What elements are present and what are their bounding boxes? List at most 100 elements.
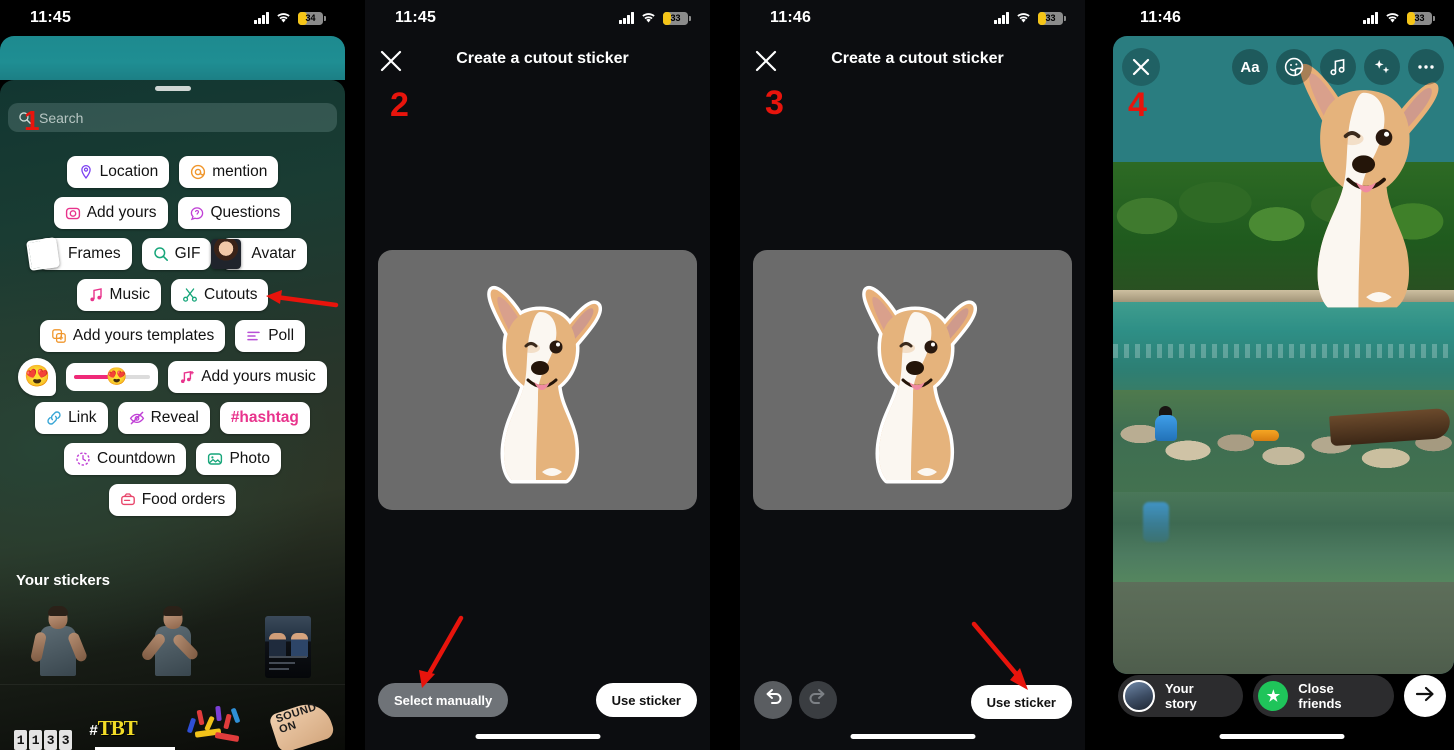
- redo-button[interactable]: [799, 681, 837, 719]
- sticker-item-person-pointing[interactable]: [0, 600, 115, 678]
- more-dots-icon[interactable]: [1408, 49, 1444, 85]
- chip-row: Link Reveal #hashtag: [0, 401, 345, 434]
- chip-frames[interactable]: Frames: [26, 236, 132, 271]
- cutout-preview-card[interactable]: [378, 250, 697, 510]
- chip-emoji-slider[interactable]: 😍: [66, 362, 159, 391]
- chip-hashtag[interactable]: #hashtag: [219, 401, 310, 434]
- sticker-chip-grid: Location mention Add yours Questions Fra…: [0, 155, 345, 524]
- chip-cutouts[interactable]: Cutouts: [171, 278, 269, 311]
- chip-row: Countdown Photo: [0, 442, 345, 475]
- your-stickers-row-2: 1 1 3 3 #TBT SOUND ON: [0, 688, 345, 750]
- poll-bars-icon: [246, 328, 262, 344]
- battery-indicator: 33: [1038, 11, 1066, 25]
- chip-add-yours-music[interactable]: Add yours music: [168, 360, 327, 393]
- chip-poll[interactable]: Poll: [235, 319, 306, 352]
- status-bar: 11:46 33: [1110, 0, 1454, 36]
- chip-avatar[interactable]: Avatar: [211, 237, 307, 270]
- sheet-grabber[interactable]: [154, 86, 191, 91]
- chip-add-yours-templates[interactable]: Add yours templates: [39, 319, 226, 352]
- chip-reveal[interactable]: Reveal: [117, 401, 210, 434]
- close-x-icon[interactable]: [1122, 48, 1160, 86]
- close-friends-label: Close friends: [1298, 681, 1342, 711]
- chip-photo[interactable]: Photo: [196, 442, 281, 475]
- music-note-icon: [88, 287, 104, 303]
- chip-gif[interactable]: GIF: [141, 237, 212, 270]
- sticker-smiley-icon[interactable]: [1276, 49, 1312, 85]
- chip-label: #hashtag: [230, 408, 299, 426]
- countdown-clock-icon: [75, 451, 91, 467]
- chip-label: Music: [109, 285, 151, 303]
- chip-questions[interactable]: Questions: [177, 196, 292, 229]
- chip-music[interactable]: Music: [76, 278, 162, 311]
- chip-row: 😍 😍 Add yours music: [0, 357, 345, 396]
- music-plus-icon: [179, 369, 195, 385]
- page-title: Create a cutout sticker: [456, 50, 629, 67]
- chip-add-yours[interactable]: Add yours: [53, 196, 168, 229]
- your-story-label: Your story: [1165, 681, 1197, 711]
- send-button[interactable]: [1404, 675, 1446, 717]
- panel-story-composer: 11:46 33 Aa Your story ★ Close friends 4: [1110, 0, 1454, 750]
- person-reflection: [1143, 502, 1169, 542]
- status-icons: 33: [619, 11, 691, 25]
- chip-link[interactable]: Link: [35, 401, 108, 434]
- your-story-button[interactable]: Your story: [1118, 675, 1244, 717]
- status-time: 11:45: [30, 9, 72, 26]
- story-canvas[interactable]: [1113, 36, 1454, 674]
- wifi-icon: [276, 12, 291, 24]
- chip-emoji-reaction[interactable]: 😍: [18, 357, 57, 396]
- text-aa-icon[interactable]: Aa: [1232, 49, 1268, 85]
- person-thinking-sticker: [139, 606, 200, 678]
- arrow-right-icon: [1414, 683, 1436, 710]
- home-indicator: [1219, 734, 1345, 739]
- close-friends-star-icon: ★: [1258, 681, 1289, 711]
- chip-row: Location mention: [0, 155, 345, 188]
- status-time: 11:46: [1140, 9, 1182, 26]
- location-pin-icon: [78, 164, 94, 180]
- wifi-icon: [641, 12, 656, 24]
- annotation-arrow-to-use-sticker: [971, 621, 1028, 690]
- your-stickers-heading: Your stickers: [16, 572, 110, 589]
- user-avatar-icon: [1123, 680, 1155, 712]
- chip-countdown[interactable]: Countdown: [64, 442, 187, 475]
- home-indicator: [475, 734, 600, 739]
- chip-row: Frames GIF Avatar: [0, 236, 345, 271]
- panel-sticker-tray: 11:45 34 Search Location mention Add you…: [0, 0, 345, 750]
- editor-header: Create a cutout sticker: [365, 44, 710, 78]
- status-icons: 33: [1363, 11, 1435, 25]
- sticker-item-group-photo[interactable]: [230, 600, 345, 678]
- placed-corgi-sticker[interactable]: [1246, 46, 1454, 326]
- redo-arrow-icon: [807, 687, 829, 714]
- home-indicator: [850, 734, 975, 739]
- chip-row: Add yours Questions: [0, 196, 345, 229]
- close-friends-button[interactable]: ★ Close friends: [1253, 675, 1394, 717]
- search-input[interactable]: Search: [8, 103, 337, 132]
- story-toolbar: Aa: [1110, 48, 1454, 86]
- chip-label: mention: [212, 162, 268, 180]
- orange-object: [1251, 430, 1279, 441]
- sticker-item-confetti[interactable]: [173, 688, 259, 750]
- story-tools-group: Aa: [1232, 49, 1444, 85]
- music-note-icon[interactable]: [1320, 49, 1356, 85]
- search-placeholder: Search: [39, 109, 84, 126]
- cellular-signal-icon: [1363, 12, 1378, 24]
- cutout-preview-card[interactable]: [753, 250, 1072, 510]
- sticker-item-tbt[interactable]: #TBT: [86, 688, 176, 750]
- annotation-number-2: 2: [390, 86, 409, 124]
- chip-label: Avatar: [251, 244, 296, 262]
- chip-label: Add yours templates: [72, 326, 215, 344]
- sound-on-sticker: SOUND ON: [268, 698, 336, 750]
- sparkles-icon[interactable]: [1364, 49, 1400, 85]
- corgi-puppy-cutout: [823, 276, 1003, 494]
- chip-label: Countdown: [97, 449, 176, 467]
- chip-mention[interactable]: mention: [179, 155, 279, 188]
- sticker-item-person-thinking[interactable]: [115, 600, 230, 678]
- chip-location[interactable]: Location: [66, 155, 170, 188]
- undo-button[interactable]: [754, 681, 792, 719]
- emoji-slider-icon: 😍: [106, 366, 128, 386]
- sticker-item-sound-on[interactable]: SOUND ON: [259, 688, 345, 750]
- chip-food-orders[interactable]: Food orders: [108, 483, 237, 516]
- annotation-number-3: 3: [765, 84, 784, 122]
- use-sticker-button[interactable]: Use sticker: [595, 683, 697, 717]
- sticker-item-counter[interactable]: 1 1 3 3: [0, 688, 86, 750]
- photo-image-icon: [207, 451, 223, 467]
